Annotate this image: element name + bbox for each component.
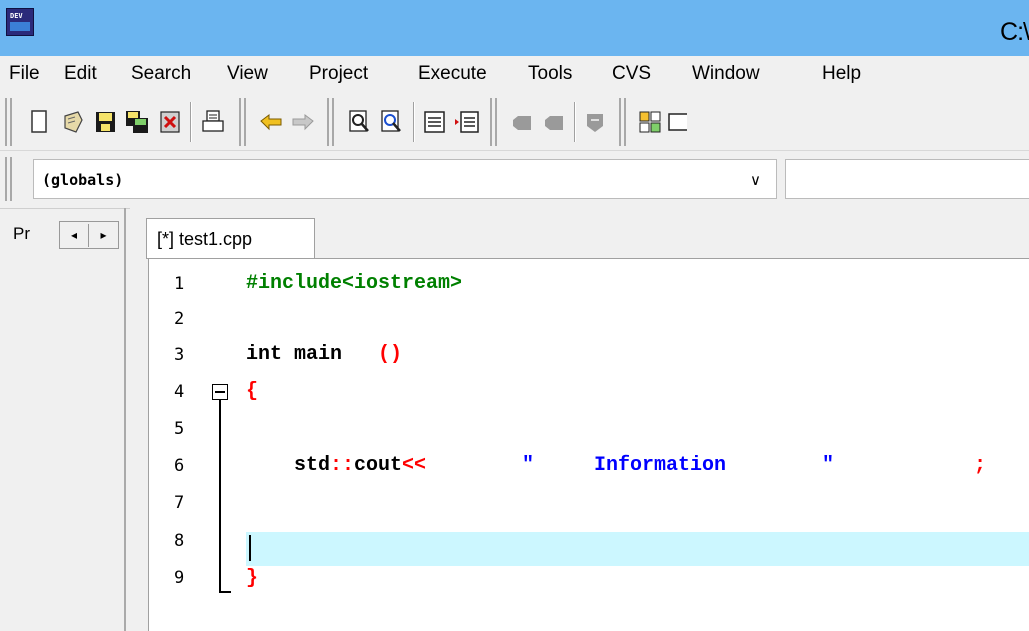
scope-value: (globals) <box>42 171 124 189</box>
bookmark-icon[interactable] <box>509 108 535 136</box>
window-icon[interactable] <box>667 108 687 136</box>
save-all-icon[interactable] <box>124 108 150 136</box>
app-icon-label: DEV <box>10 12 23 20</box>
indent-icon[interactable] <box>454 108 480 136</box>
scroll-left-icon[interactable]: ◂ <box>60 224 89 247</box>
project-tab[interactable]: Pr <box>13 224 30 244</box>
window-title: C:\ <box>1000 18 1029 46</box>
chevron-down-icon[interactable]: ∨ <box>750 171 761 189</box>
undo-icon[interactable] <box>258 108 284 136</box>
close-file-icon[interactable] <box>157 108 183 136</box>
dev-cpp-logo-icon[interactable]: DEV <box>6 8 34 36</box>
class-browser-icon[interactable] <box>637 108 663 136</box>
toolbar-separator <box>413 102 415 142</box>
code-line-1: #include<iostream> <box>246 272 463 295</box>
toolbar-separator <box>190 102 192 142</box>
current-line-highlight <box>246 532 1029 566</box>
menu-project[interactable]: Project <box>309 63 368 85</box>
code-line-6-string: " Information " <box>522 454 835 477</box>
main-toolbar <box>0 96 1029 150</box>
menu-bar: File Edit Search View Project Execute To… <box>0 56 1029 96</box>
code-line-6-op: << <box>402 454 427 477</box>
toolbar-grip[interactable] <box>619 98 626 146</box>
panel-splitter[interactable] <box>124 208 126 631</box>
code-line-4-brace: { <box>246 380 259 403</box>
line-number: 8 <box>174 531 185 551</box>
code-line-6-semicolon: ; <box>974 454 987 477</box>
toolbar-separator <box>574 102 576 142</box>
app-icon-stripe <box>10 22 30 31</box>
panel-tab-scroller: ◂ ▸ <box>59 221 119 249</box>
menu-edit[interactable]: Edit <box>64 63 97 85</box>
redo-icon[interactable] <box>290 108 316 136</box>
replace-icon[interactable] <box>378 108 404 136</box>
fold-guide <box>219 400 221 593</box>
member-select[interactable] <box>785 159 1029 199</box>
code-line-3-parens: () <box>378 343 403 366</box>
menu-file[interactable]: File <box>9 63 40 85</box>
find-icon[interactable] <box>346 108 372 136</box>
fold-collapse-icon[interactable] <box>212 384 228 400</box>
line-number: 9 <box>174 568 185 588</box>
unindent-icon[interactable] <box>422 108 448 136</box>
toolbar-grip[interactable] <box>327 98 334 146</box>
project-panel: Pr ◂ ▸ <box>0 208 130 631</box>
menu-help[interactable]: Help <box>822 63 861 85</box>
new-file-icon[interactable] <box>26 108 52 136</box>
line-number: 1 <box>174 274 185 294</box>
line-number: 5 <box>174 419 185 439</box>
code-editor[interactable]: 1 2 3 4 5 6 7 8 9 #include<iostream> int… <box>148 259 1029 631</box>
toolbar-grip[interactable] <box>239 98 246 146</box>
code-line-9-brace: } <box>246 567 259 590</box>
menu-search[interactable]: Search <box>131 63 191 85</box>
line-number: 4 <box>174 382 185 402</box>
text-caret <box>249 535 251 561</box>
line-number: 2 <box>174 309 185 329</box>
menu-cvs[interactable]: CVS <box>612 63 651 85</box>
class-bar: (globals) ∨ <box>0 150 1029 208</box>
toolbar-grip[interactable] <box>490 98 497 146</box>
tab-test1-cpp[interactable]: [*] test1.cpp <box>146 218 315 258</box>
scope-select[interactable]: (globals) ∨ <box>33 159 777 199</box>
code-line-6-std: std <box>294 454 331 477</box>
goto-bookmark-icon[interactable] <box>541 108 567 136</box>
line-number: 3 <box>174 345 185 365</box>
scroll-right-icon[interactable]: ▸ <box>89 224 118 247</box>
line-number: 6 <box>174 456 185 476</box>
tab-label: [*] test1.cpp <box>157 229 253 249</box>
menu-execute[interactable]: Execute <box>418 63 487 85</box>
open-file-icon[interactable] <box>60 108 86 136</box>
code-line-6-scope: :: <box>330 454 355 477</box>
line-number: 7 <box>174 493 185 513</box>
editor-area: [*] test1.cpp 1 2 3 4 5 6 7 8 9 #include… <box>140 208 1029 631</box>
menu-tools[interactable]: Tools <box>528 63 572 85</box>
save-icon[interactable] <box>92 108 118 136</box>
fold-guide-end <box>219 591 231 593</box>
code-line-6-cout: cout <box>354 454 403 477</box>
toggle-bookmark-icon[interactable] <box>582 108 608 136</box>
toolbar-grip[interactable] <box>5 98 12 146</box>
title-bar: DEV C:\ <box>0 0 1029 56</box>
print-icon[interactable] <box>200 108 226 136</box>
code-line-3-keyword: int main <box>246 343 343 366</box>
menu-view[interactable]: View <box>227 63 268 85</box>
menu-window[interactable]: Window <box>692 63 760 85</box>
classbar-grip[interactable] <box>5 157 12 201</box>
